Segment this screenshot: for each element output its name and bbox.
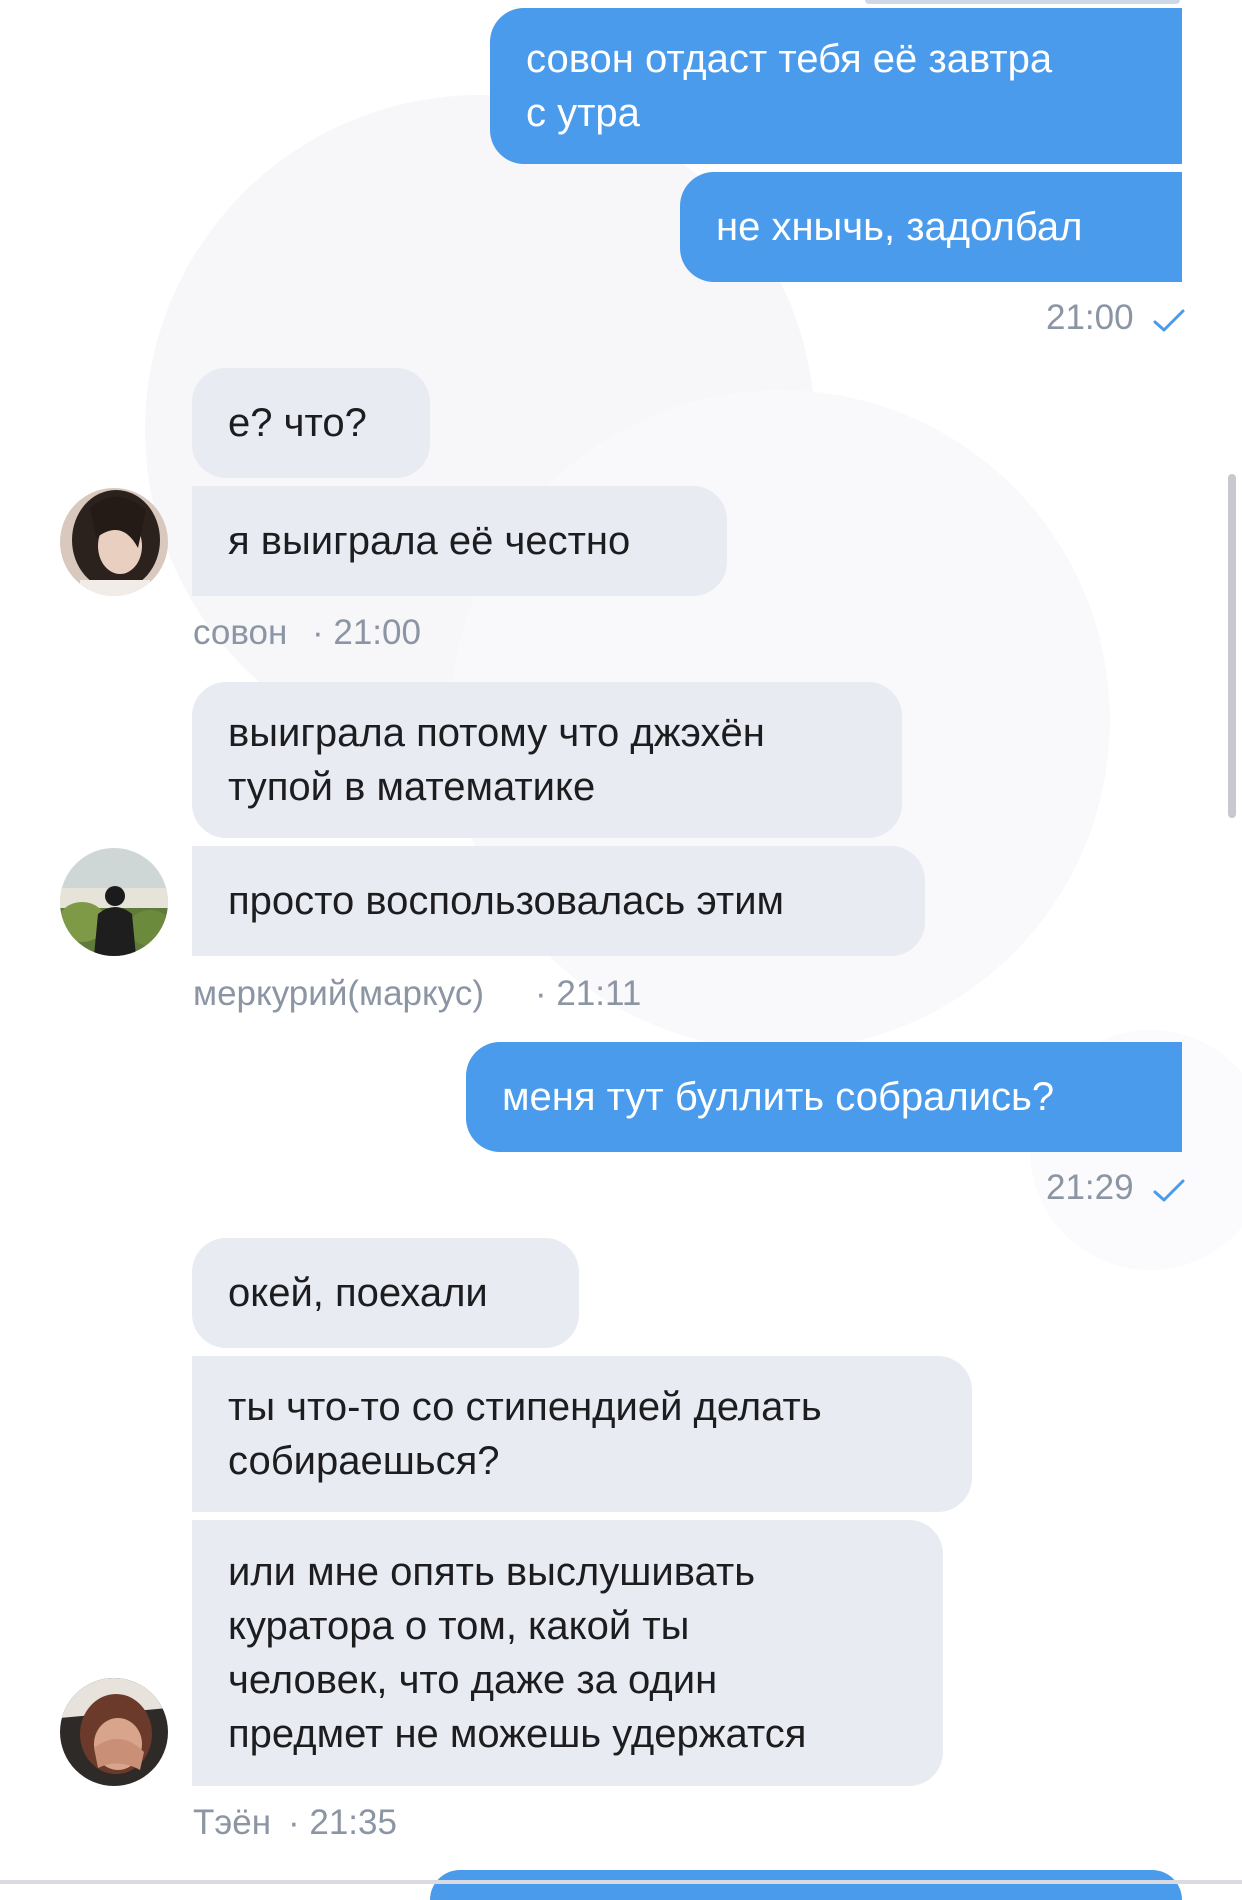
avatar-photo: [60, 848, 168, 956]
sender-name[interactable]: Тэён: [193, 1803, 271, 1843]
incoming-message[interactable]: просто воспользовалась этим: [192, 846, 925, 956]
bottom-separator: [0, 1880, 1242, 1884]
incoming-message[interactable]: е? что?: [192, 368, 430, 478]
incoming-message[interactable]: окей, поехали: [192, 1238, 579, 1348]
incoming-message[interactable]: или мне опять выслушивать куратора о том…: [192, 1520, 943, 1786]
message-time: · 21:11: [535, 974, 642, 1013]
sender-name[interactable]: меркурий(маркус): [193, 974, 484, 1014]
previous-bubble-edge: [865, 0, 1180, 4]
avatar[interactable]: [60, 848, 168, 956]
outgoing-message[interactable]: совон отдаст тебя её завтра с утра: [490, 8, 1182, 164]
avatar[interactable]: [60, 488, 168, 596]
message-time: 21:00: [1046, 298, 1134, 337]
next-bubble-edge: [430, 1870, 1182, 1900]
scrollbar[interactable]: [1228, 474, 1236, 818]
incoming-message[interactable]: я выиграла её честно: [192, 486, 727, 596]
sender-name[interactable]: совон: [193, 613, 287, 653]
check-icon: [1153, 1179, 1185, 1202]
message-time: 21:29: [1046, 1168, 1134, 1207]
avatar-photo: [60, 1678, 168, 1786]
message-time: · 21:35: [288, 1803, 397, 1842]
outgoing-message[interactable]: меня тут буллить собрались?: [466, 1042, 1182, 1152]
avatar[interactable]: [60, 1678, 168, 1786]
incoming-message[interactable]: ты что-то со стипендией делать собираешь…: [192, 1356, 972, 1512]
check-icon: [1153, 309, 1185, 332]
incoming-message[interactable]: выиграла потому что джэхён тупой в матем…: [192, 682, 902, 838]
outgoing-message[interactable]: не хнычь, задолбал: [680, 172, 1182, 282]
message-time: · 21:00: [312, 613, 421, 652]
avatar-photo: [60, 488, 168, 596]
